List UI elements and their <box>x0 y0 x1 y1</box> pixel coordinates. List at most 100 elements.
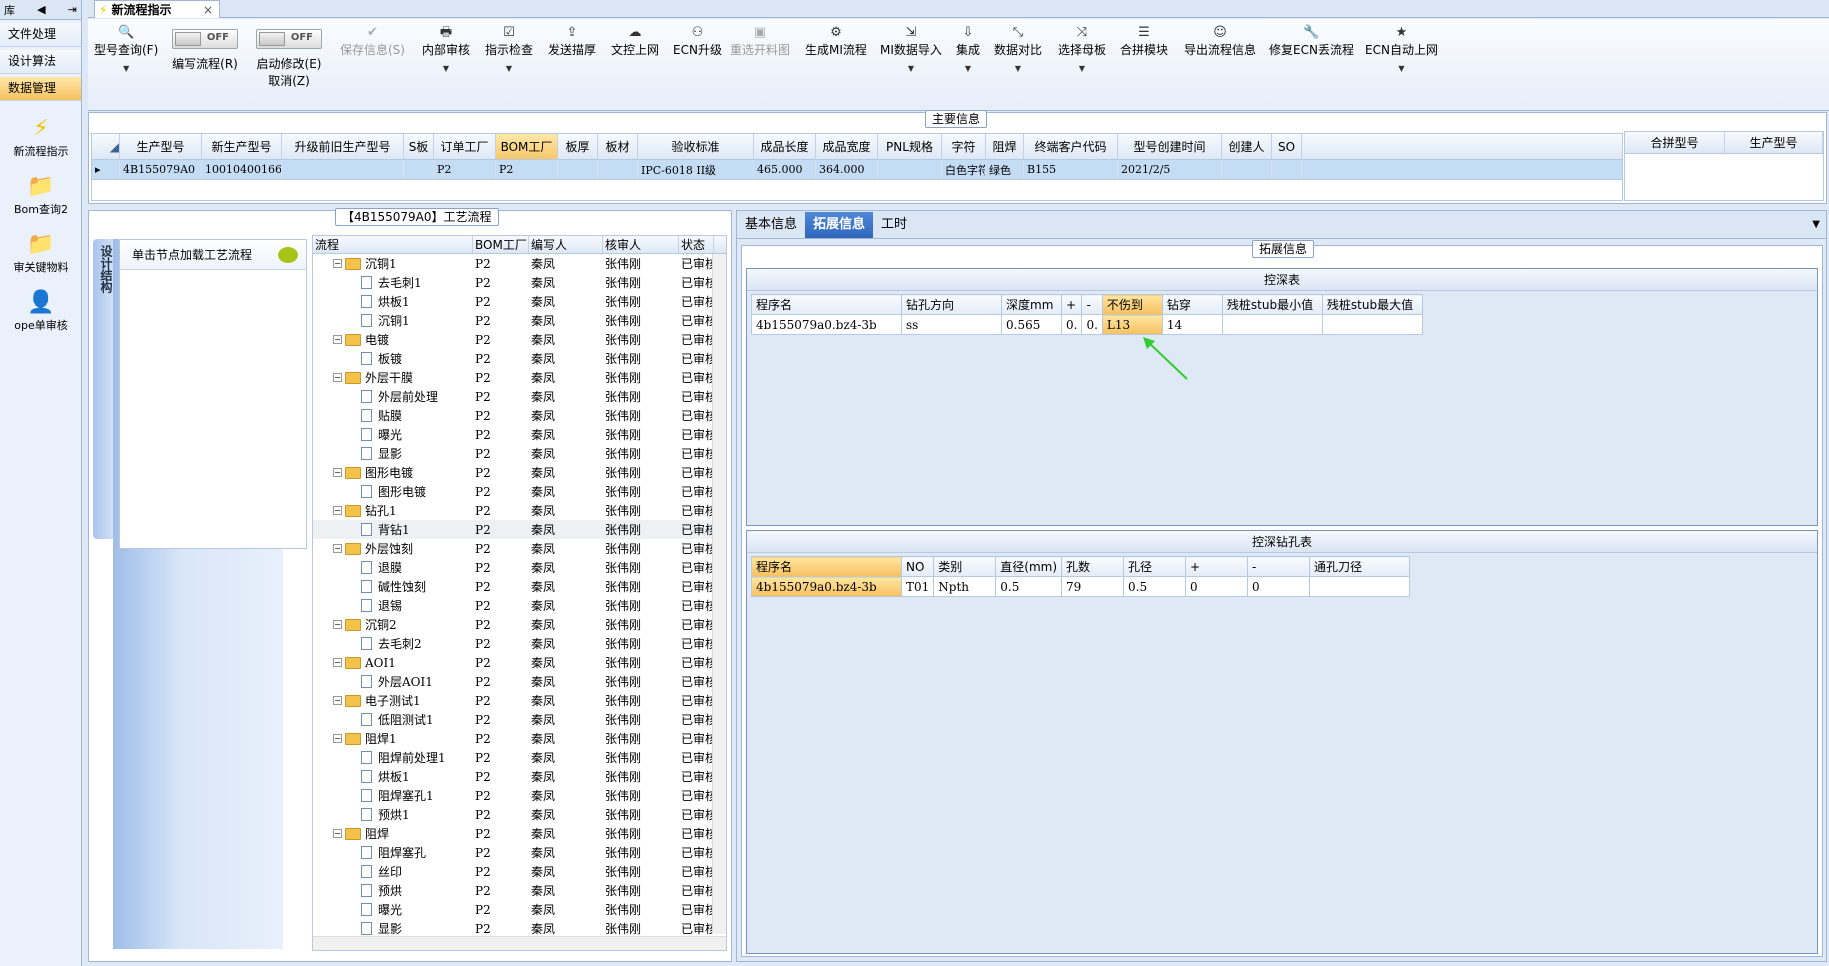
tree-node[interactable]: 去毛刺1 <box>313 274 473 291</box>
collapse-icon[interactable]: − <box>333 373 342 382</box>
table-header-cell[interactable]: 程序名 <box>751 556 902 577</box>
ecn-upgrade-button[interactable]: ⚇ ECN升级 <box>673 25 722 58</box>
main-info-col[interactable]: 成品宽度 <box>816 134 878 159</box>
tree-node[interactable]: 烘板1 <box>313 768 473 785</box>
tree-node[interactable]: − 图形电镀 <box>313 464 473 481</box>
integrate-button[interactable]: ⇩ 集成 ▼ <box>956 25 980 73</box>
tree-row[interactable]: 背钻1 P2 秦凤 张伟刚 已审核 <box>313 520 726 539</box>
tree-row[interactable]: − 图形电镀 P2 秦凤 张伟刚 已审核 <box>313 463 726 482</box>
tree-node[interactable]: 曝光 <box>313 426 473 443</box>
tree-row[interactable]: 曝光 P2 秦凤 张伟刚 已审核 <box>313 425 726 444</box>
close-icon[interactable]: × <box>203 3 213 17</box>
tree-node[interactable]: − 钻孔1 <box>313 502 473 519</box>
tree-row[interactable]: − 沉铜1 P2 秦凤 张伟刚 已审核 <box>313 254 726 273</box>
table-cell[interactable]: 79 <box>1061 576 1125 597</box>
tree-node[interactable]: 退锡 <box>313 597 473 614</box>
table-header-cell[interactable]: 孔数 <box>1061 556 1125 577</box>
tree-row[interactable]: 预烘1 P2 秦凤 张伟刚 已审核 <box>313 805 726 824</box>
nav-file-processing[interactable]: 文件处理 <box>0 23 81 47</box>
tab-extended-info[interactable]: 拓展信息 <box>805 211 874 238</box>
tree-node[interactable]: 板镀 <box>313 350 473 367</box>
upload-doc-button[interactable]: ☁ 文控上网 <box>611 25 659 58</box>
export-flow-button[interactable]: ☺ 导出流程信息 <box>1184 25 1256 58</box>
main-info-cell[interactable] <box>1272 160 1302 179</box>
save-button[interactable]: ✔ 保存信息(S) <box>340 25 405 58</box>
tree-node[interactable]: 去毛刺2 <box>313 635 473 652</box>
table-header-cell[interactable]: 钻穿 <box>1161 294 1223 315</box>
collapse-icon[interactable]: − <box>333 259 342 268</box>
main-info-col[interactable]: 板厚 <box>558 134 598 159</box>
tree-node[interactable]: 阻焊前处理1 <box>313 749 473 766</box>
tree-node[interactable]: − 沉铜2 <box>313 616 473 633</box>
table-cell[interactable]: 14 <box>1161 314 1223 335</box>
tree-row[interactable]: 丝印 P2 秦凤 张伟刚 已审核 <box>313 862 726 881</box>
arrow-left-icon[interactable]: ◀ <box>37 3 45 16</box>
table-header-cell[interactable]: 类别 <box>933 556 997 577</box>
main-info-cell[interactable]: 10010400166091 <box>202 160 282 179</box>
main-info-col[interactable]: 阻焊 <box>986 134 1024 159</box>
tree-node[interactable]: − 阻焊1 <box>313 730 473 747</box>
main-info-col[interactable]: SO <box>1272 134 1302 159</box>
tree-node[interactable]: 退膜 <box>313 559 473 576</box>
tree-node[interactable]: 预烘 <box>313 882 473 899</box>
main-info-col[interactable]: 成品长度 <box>754 134 816 159</box>
nav-bom-query[interactable]: 📁 Bom查询2 <box>0 173 82 217</box>
table-header-cell[interactable]: 深度mm <box>1001 294 1062 315</box>
tree-row[interactable]: 低阻测试1 P2 秦凤 张伟刚 已审核 <box>313 710 726 729</box>
main-info-col[interactable]: 订单工厂 <box>434 134 496 159</box>
tree-node[interactable]: − 外层蚀刻 <box>313 540 473 557</box>
table-cell[interactable] <box>1321 314 1423 335</box>
ecn-auto-upload-button[interactable]: ★ ECN自动上网 ▼ <box>1365 25 1438 73</box>
main-info-col[interactable]: 生产型号 <box>120 134 202 159</box>
main-info-col[interactable]: 型号创建时间 <box>1118 134 1222 159</box>
cancel-label[interactable]: 取消(Z) <box>268 74 310 88</box>
tree-node[interactable]: 曝光 <box>313 901 473 918</box>
table-cell[interactable]: 0 <box>1247 576 1311 597</box>
collapse-icon[interactable]: − <box>333 506 342 515</box>
tree-row[interactable]: 烘板1 P2 秦凤 张伟刚 已审核 <box>313 292 726 311</box>
horizontal-scrollbar[interactable] <box>313 936 726 950</box>
tree-node[interactable]: 沉铜1 <box>313 312 473 329</box>
tree-row[interactable]: 阻焊塞孔1 P2 秦凤 张伟刚 已审核 <box>313 786 726 805</box>
main-info-col[interactable]: PNL规格 <box>878 134 942 159</box>
tree-row[interactable]: 退膜 P2 秦凤 张伟刚 已审核 <box>313 558 726 577</box>
table-header-cell[interactable]: - <box>1247 556 1311 577</box>
tree-node[interactable]: − 阻焊 <box>313 825 473 842</box>
table-header-cell[interactable]: NO <box>900 556 935 577</box>
table-header-cell[interactable]: 不伤到 <box>1101 294 1163 315</box>
gen-mi-button[interactable]: ⚙ 生成MI流程 <box>805 25 867 58</box>
chevron-down-icon[interactable]: ▼ <box>880 64 942 73</box>
main-info-col[interactable]: S板 <box>404 134 434 159</box>
chevron-down-icon[interactable]: ▼ <box>1058 64 1106 73</box>
main-info-col[interactable]: 新生产型号 <box>202 134 282 159</box>
main-info-cell[interactable]: 4B155079A0 <box>120 160 202 179</box>
main-info-cell[interactable]: 白色字符 <box>942 160 986 179</box>
chevron-down-icon[interactable]: ▼ <box>956 64 980 73</box>
table-header-cell[interactable]: - <box>1081 294 1103 315</box>
main-info-cell[interactable]: 364.000 <box>816 160 878 179</box>
collapse-icon[interactable]: − <box>333 544 342 553</box>
main-info-col[interactable]: 字符 <box>942 134 986 159</box>
mi-import-button[interactable]: ⇲ MI数据导入 ▼ <box>880 25 942 73</box>
table-cell[interactable]: 0.5 <box>995 576 1063 597</box>
tree-node[interactable]: − 外层干膜 <box>313 369 473 386</box>
tree-row[interactable]: 碱性蚀刻 P2 秦凤 张伟刚 已审核 <box>313 577 726 596</box>
main-info-cell[interactable]: P2 <box>434 160 496 179</box>
table-cell[interactable]: 4b155079a0.bz4-3b <box>751 314 902 335</box>
tree-node[interactable]: − AOI1 <box>313 656 473 670</box>
collapse-icon[interactable]: − <box>333 658 342 667</box>
tree-row[interactable]: 外层前处理 P2 秦凤 张伟刚 已审核 <box>313 387 726 406</box>
main-info-cell[interactable] <box>1222 160 1272 179</box>
chevron-down-icon[interactable]: ▼ <box>994 64 1042 73</box>
tree-row[interactable]: 阻焊前处理1 P2 秦凤 张伟刚 已审核 <box>313 748 726 767</box>
table-cell[interactable]: L13 <box>1101 314 1163 335</box>
main-info-col[interactable]: BOM工厂 <box>496 134 558 159</box>
table-header-cell[interactable]: 程序名 <box>751 294 902 315</box>
tree-row[interactable]: 显影 P2 秦凤 张伟刚 已审核 <box>313 444 726 463</box>
tree-row[interactable]: 图形电镀 P2 秦凤 张伟刚 已审核 <box>313 482 726 501</box>
nav-ope-review[interactable]: 👤 ope单审核 <box>0 289 82 333</box>
collapse-icon[interactable]: − <box>333 620 342 629</box>
table-header-cell[interactable]: + <box>1060 294 1083 315</box>
tree-node[interactable]: − 沉铜1 <box>313 255 473 272</box>
tree-row[interactable]: 退锡 P2 秦凤 张伟刚 已审核 <box>313 596 726 615</box>
